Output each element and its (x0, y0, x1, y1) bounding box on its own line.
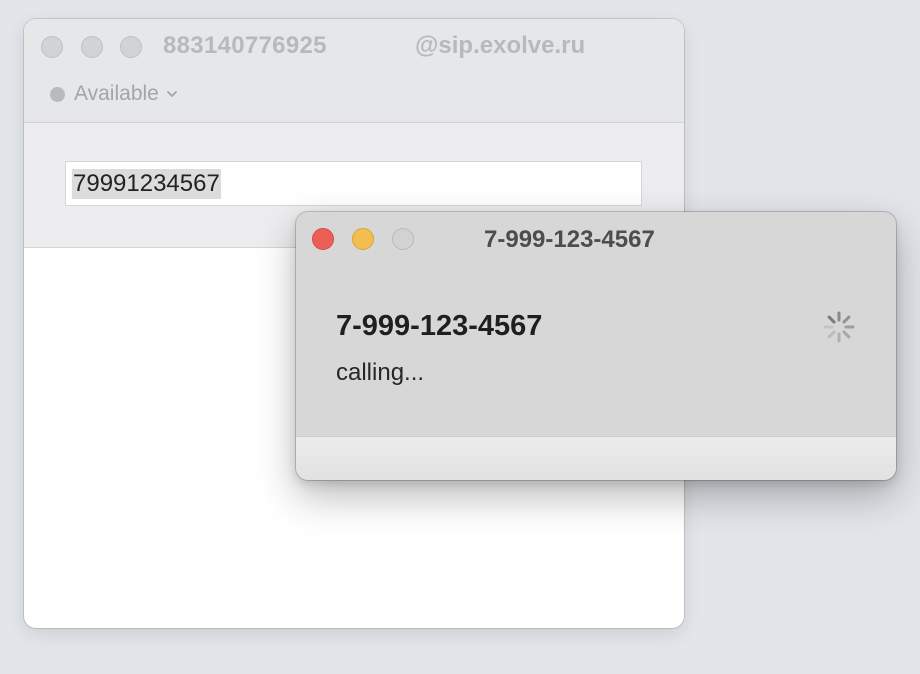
call-footer (296, 436, 896, 480)
main-zoom-button[interactable] (120, 36, 142, 58)
call-status: calling... (336, 359, 425, 386)
main-minimize-button[interactable] (81, 36, 103, 58)
status-label: Available (74, 82, 159, 105)
spinner-icon (823, 311, 855, 343)
call-window-title: 7-999-123-4567 (484, 226, 655, 253)
status-dot (50, 86, 65, 102)
call-window: 7-999-123-4567 7-999-123-4567 calling... (296, 212, 896, 480)
main-close-button[interactable] (41, 36, 63, 58)
account-domain: @sip.exolve.ru (415, 32, 586, 59)
main-titlebar: 883140776925 @sip.exolve.ru Available (24, 19, 684, 123)
status-selector[interactable]: Available (50, 82, 178, 106)
account-user: 883140776925 (163, 32, 327, 59)
chevron-down-icon (166, 91, 177, 97)
call-number: 7-999-123-4567 (336, 310, 543, 342)
dial-input-value: 79991234567 (72, 168, 221, 199)
dial-input[interactable]: 79991234567 (65, 161, 642, 206)
